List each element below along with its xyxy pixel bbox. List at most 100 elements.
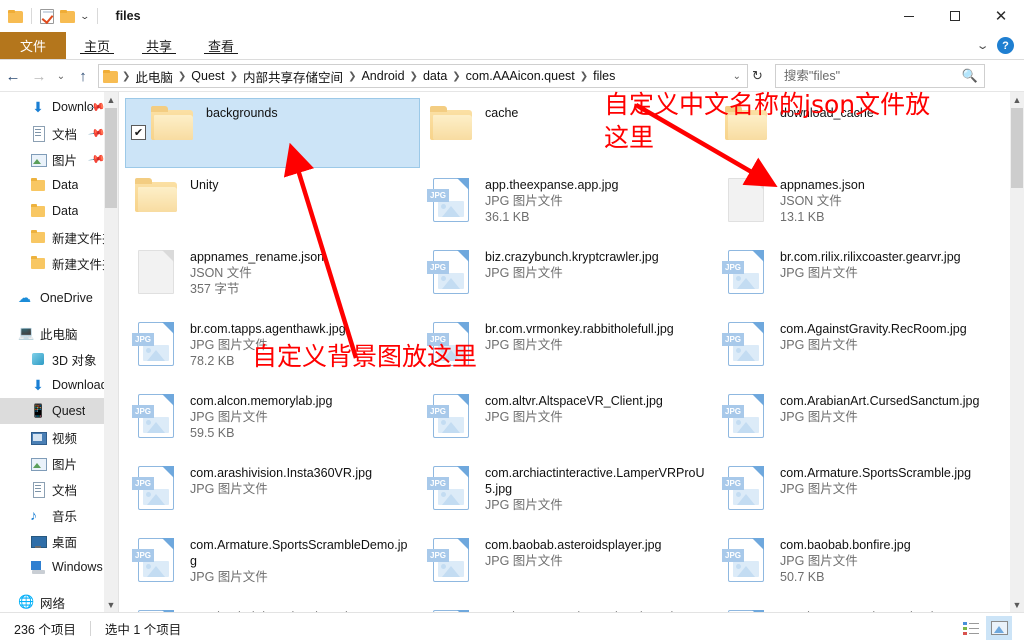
recent-locations-button[interactable]: ⌄ [52, 63, 70, 89]
jpg-file-icon: JPG [427, 176, 475, 222]
scroll-up-icon[interactable]: ▲ [104, 92, 118, 108]
file-tile[interactable]: ✔appnames_rename.jsonJSON 文件357 字节 [125, 242, 420, 312]
file-tile[interactable]: ✔JPGcom.Armature.SportsScramble.jpgJPG 图… [715, 458, 1010, 528]
file-tile[interactable]: ✔JPGbr.com.vrmonkey.rabbitholefull.jpgJP… [420, 314, 715, 384]
sidebar-item-onedrive[interactable]: ☁ OneDrive [0, 285, 118, 311]
selection-checkbox[interactable]: ✔ [131, 125, 146, 140]
scrollbar-thumb[interactable] [1011, 108, 1023, 188]
up-button[interactable]: ↑ [70, 63, 96, 89]
scrollbar-thumb[interactable] [105, 108, 117, 208]
file-tile[interactable]: ✔JPGcom.baobab.asteroidsplayer.jpgJPG 图片… [420, 530, 715, 600]
breadcrumb-item-6[interactable]: files [589, 68, 619, 84]
scroll-up-icon[interactable]: ▲ [1010, 92, 1024, 108]
tab-home[interactable]: 主页 [66, 32, 128, 59]
sidebar-item-windows[interactable]: Windows [0, 554, 118, 580]
file-name: com.ArabianArt.CursedSanctum.jpg [780, 394, 980, 408]
file-tile[interactable]: ✔JPGbr.com.tapps.agenthawk.jpgJPG 图片文件78… [125, 314, 420, 384]
file-tile[interactable]: ✔JPGbr.com.rilix.rilixcoaster.gearvr.jpg… [715, 242, 1010, 312]
file-tile[interactable]: ✔JPGcom.archiactinteractive.LamperVRProU… [420, 458, 715, 528]
breadcrumb-item-3[interactable]: Android [357, 68, 408, 84]
navigation-scrollbar[interactable]: ▲ ▼ [104, 92, 118, 613]
sidebar-item-downloads[interactable]: ⬇ Downloads [0, 372, 118, 398]
file-tile[interactable]: ✔cache [420, 98, 715, 168]
breadcrumb-separator[interactable]: ❯ [451, 71, 461, 82]
file-list-scrollbar[interactable]: ▲ ▼ [1010, 92, 1024, 612]
breadcrumb-item-1[interactable]: Quest [187, 68, 228, 84]
sidebar-item-downlo[interactable]: ⬇ Downlo 📌 [0, 94, 118, 120]
breadcrumb-separator[interactable]: ❯ [229, 71, 239, 82]
file-name: com.Armature.SportsScramble.jpg [780, 466, 972, 480]
new-folder-icon[interactable] [60, 9, 75, 23]
maximize-button[interactable] [932, 0, 978, 32]
chevron-down-icon[interactable]: ⌄ [79, 11, 90, 22]
minimize-button[interactable] [886, 0, 932, 32]
sidebar-item-新建文件夹[interactable]: 新建文件夹 [0, 250, 118, 276]
file-tile[interactable]: ✔download_cache [715, 98, 1010, 168]
scroll-down-icon[interactable]: ▼ [1010, 597, 1024, 612]
sidebar-item-视频[interactable]: 视频 [0, 424, 118, 450]
search-icon[interactable]: 🔍 [962, 68, 978, 84]
file-tile[interactable]: ✔JPGcom.ArabianArt.CursedSanctum.jpgJPG … [715, 386, 1010, 456]
chevron-down-icon[interactable]: ⌄ [975, 39, 989, 52]
qat-divider-2 [96, 8, 98, 24]
breadcrumb-item-0[interactable]: 此电脑 [131, 66, 177, 87]
sidebar-item-音乐[interactable]: ♪ 音乐 [0, 502, 118, 528]
breadcrumb-separator[interactable]: ❯ [579, 71, 589, 82]
file-tile[interactable]: ✔JPGcom.baobab.bonfire.jpgJPG 图片文件50.7 K… [715, 530, 1010, 600]
breadcrumb[interactable]: ❯ 此电脑 ❯ Quest ❯ 内部共享存储空间 ❯ Android ❯ dat… [98, 64, 748, 88]
sidebar-item-桌面[interactable]: 桌面 [0, 528, 118, 554]
breadcrumb-item-5[interactable]: com.AAAicon.quest [462, 68, 579, 84]
search-input[interactable] [781, 68, 962, 84]
details-view-button[interactable] [958, 616, 984, 640]
breadcrumb-dropdown-icon[interactable]: ⌄ [732, 71, 742, 82]
sidebar-item-文档[interactable]: 文档 📌 [0, 120, 118, 146]
back-button[interactable]: ← [0, 63, 26, 89]
file-tile[interactable]: ✔JPGbiz.crazybunch.kryptcrawler.jpgJPG 图… [420, 242, 715, 312]
file-tile[interactable]: ✔JPGcom.beatgames.beatsaber.demo.jpgJPG … [420, 602, 715, 612]
file-list-pane: ✔backgrounds✔cache✔download_cache✔Unity✔… [119, 92, 1024, 612]
sidebar-item-网络[interactable]: 🌐 网络 [0, 589, 118, 613]
forward-button[interactable]: → [26, 63, 52, 89]
file-name: appnames.json [780, 178, 865, 192]
breadcrumb-separator[interactable]: ❯ [409, 71, 419, 82]
sidebar-item-图片[interactable]: 图片 📌 [0, 146, 118, 172]
sidebar-item-文档[interactable]: 文档 [0, 476, 118, 502]
breadcrumb-item-2[interactable]: 内部共享存储空间 [239, 66, 347, 87]
properties-icon[interactable] [40, 8, 54, 24]
file-type: JPG 图片文件 [485, 266, 563, 280]
download-icon: ⬇ [32, 377, 44, 393]
sidebar-item-quest[interactable]: 📱 Quest [0, 398, 118, 424]
sidebar-item-新建文件夹[interactable]: 新建文件夹 [0, 224, 118, 250]
file-tile[interactable]: ✔JPGcom.arashivision.Insta360VR.jpgJPG 图… [125, 458, 420, 528]
sidebar-item-此电脑[interactable]: 💻 此电脑 [0, 320, 118, 346]
breadcrumb-item-4[interactable]: data [419, 68, 451, 84]
file-tile[interactable]: ✔JPGcom.alcon.memorylab.jpgJPG 图片文件59.5 … [125, 386, 420, 456]
file-tile[interactable]: ✔JPGapp.theexpanse.app.jpgJPG 图片文件36.1 K… [420, 170, 715, 240]
file-tile[interactable]: ✔JPGcom.beatgames.beatsaber.jpgJPG 图片文件 [715, 602, 1010, 612]
file-tile[interactable]: ✔appnames.jsonJSON 文件13.1 KB [715, 170, 1010, 240]
tab-share[interactable]: 共享 [128, 32, 190, 59]
tab-file[interactable]: 文件 [0, 32, 66, 59]
file-tile[interactable]: ✔Unity [125, 170, 420, 240]
file-tile[interactable]: ✔ backgrounds [125, 98, 420, 168]
jpg-file-icon: JPG [427, 392, 475, 438]
search-box[interactable]: 🔍 [774, 64, 985, 88]
large-icons-view-button[interactable] [986, 616, 1012, 640]
selected-count-label: 选中 1 个项目 [104, 622, 182, 637]
help-icon[interactable]: ? [997, 37, 1014, 54]
file-explorer-window: ⌄ files ✕ 文件 主页 共享 查看 ⌄ ? ← → ⌄ ↑ ❯ 此电脑 … [0, 0, 1024, 643]
refresh-icon[interactable]: ↻ [752, 68, 763, 84]
file-tile[interactable]: ✔JPGcom.AgainstGravity.RecRoom.jpgJPG 图片… [715, 314, 1010, 384]
tab-view[interactable]: 查看 [190, 32, 252, 59]
sidebar-item-3d-对象[interactable]: 3D 对象 [0, 346, 118, 372]
file-tile[interactable]: ✔JPGcom.altvr.AltspaceVR_Client.jpgJPG 图… [420, 386, 715, 456]
scroll-down-icon[interactable]: ▼ [104, 597, 118, 613]
sidebar-item-data[interactable]: Data [0, 198, 118, 224]
file-tile[interactable]: ✔JPGcom.baobab.invasionplayer.jpgJPG 图片文… [125, 602, 420, 612]
breadcrumb-separator[interactable]: ❯ [177, 71, 187, 82]
sidebar-item-data[interactable]: Data [0, 172, 118, 198]
close-button[interactable]: ✕ [978, 0, 1024, 32]
sidebar-item-图片[interactable]: 图片 [0, 450, 118, 476]
breadcrumb-separator[interactable]: ❯ [347, 71, 357, 82]
file-tile[interactable]: ✔JPGcom.Armature.SportsScrambleDemo.jpgJ… [125, 530, 420, 600]
